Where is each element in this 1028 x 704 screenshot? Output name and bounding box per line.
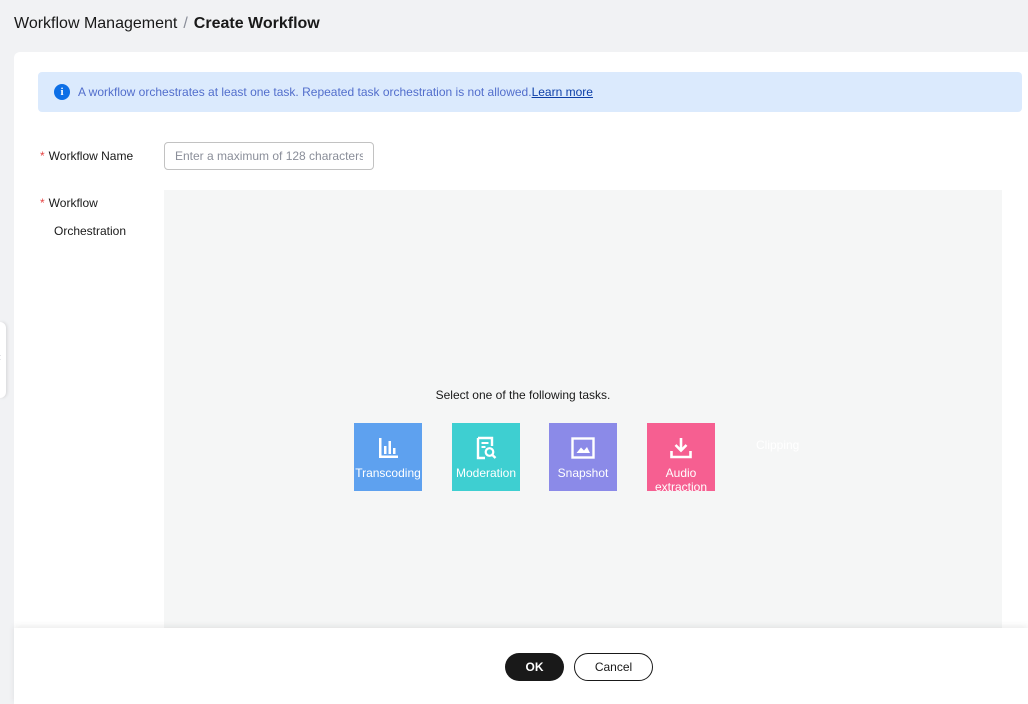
breadcrumb-separator: / (183, 15, 188, 32)
required-mark: * (40, 149, 45, 163)
orchestration-canvas[interactable]: Select one of the following tasks. Trans… (164, 190, 1002, 660)
chevron-left-icon: ‹ (0, 350, 1, 364)
learn-more-link[interactable]: Learn more (532, 85, 593, 99)
download-icon (670, 438, 692, 459)
cancel-button[interactable]: Cancel (574, 653, 653, 681)
task-moderation-button[interactable]: Moderation (452, 423, 520, 491)
document-search-icon (476, 436, 497, 460)
footer-bar: OK Cancel (14, 628, 1028, 704)
info-icon: i (54, 84, 70, 100)
task-label: Audio extraction (654, 466, 708, 491)
notice-message: A workflow orchestrates at least one tas… (78, 85, 532, 99)
task-transcoding-button[interactable]: Transcoding (354, 423, 422, 491)
required-mark: * (40, 196, 45, 210)
breadcrumb: Workflow Management / Create Workflow (14, 13, 320, 35)
task-audio-extraction-button[interactable]: Audio extraction (647, 423, 715, 491)
breadcrumb-parent-link[interactable]: Workflow Management (14, 15, 177, 33)
task-label: Transcoding (355, 466, 421, 480)
orchestration-label-line2: Orchestration (54, 224, 127, 238)
bar-chart-icon (379, 438, 398, 458)
main-card: i A workflow orchestrates at least one t… (14, 52, 1028, 704)
task-clipping-button[interactable]: Clipping (756, 438, 799, 452)
sidebar-collapse-handle[interactable]: ‹ (0, 322, 6, 398)
workflow-name-input[interactable] (164, 142, 374, 170)
task-label: Snapshot (557, 466, 609, 480)
task-select-prompt: Select one of the following tasks. (435, 388, 611, 402)
task-snapshot-button[interactable]: Snapshot (549, 423, 617, 491)
page-title: Create Workflow (193, 15, 320, 32)
image-icon (571, 437, 595, 459)
task-label: Moderation (455, 466, 517, 480)
ok-button[interactable]: OK (505, 653, 564, 681)
workflow-orchestration-label: * Workflow Orchestration (40, 189, 126, 245)
orchestration-label-line1: Workflow (48, 196, 98, 210)
info-notice: i A workflow orchestrates at least one t… (38, 72, 1022, 112)
workflow-name-label-text: Workflow Name (48, 149, 134, 163)
workflow-name-label: * Workflow Name (40, 142, 133, 170)
